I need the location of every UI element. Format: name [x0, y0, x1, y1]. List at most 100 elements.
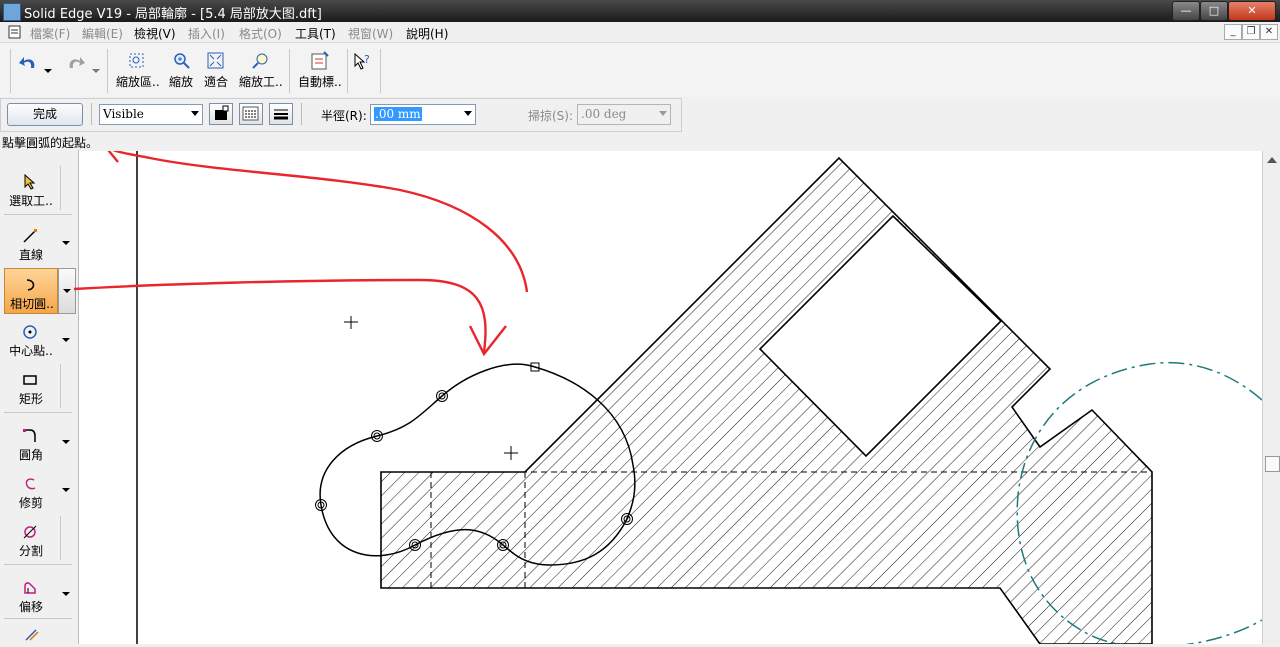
fillet-dropdown[interactable] — [62, 440, 70, 444]
center-point-tool-label: 中心點.. — [9, 344, 53, 358]
app-icon[interactable] — [3, 3, 21, 21]
tangent-arc-dropdown-button[interactable] — [58, 268, 76, 314]
scroll-thumb[interactable] — [1265, 456, 1280, 472]
select-tool-label: 選取工.. — [9, 194, 53, 208]
menu-bar: 檔案(F) 編輯(E) 檢視(V) 插入(I) 格式(O) 工具(T) 視窗(W… — [0, 22, 1280, 43]
line-style-button[interactable] — [239, 103, 263, 125]
menu-insert[interactable]: 插入(I) — [188, 25, 225, 42]
fillet-icon — [23, 429, 36, 442]
more-tools-icon[interactable] — [22, 626, 40, 644]
sweep-value: .00 deg — [581, 107, 627, 121]
auto-dimension-label[interactable]: 自動標.. — [298, 73, 342, 90]
svg-text:?: ? — [364, 53, 370, 66]
radius-label: 半徑(R): — [321, 109, 367, 123]
sweep-input[interactable]: .00 deg — [577, 104, 671, 125]
window-title: Solid Edge V19 - 局部輪廓 - [5.4 局部放大图.dft] — [24, 7, 322, 22]
drawing-sheet[interactable] — [79, 138, 1263, 647]
zoom-tool-label[interactable]: 縮放工.. — [239, 73, 283, 90]
zoom-area-label[interactable]: 縮放區.. — [116, 73, 160, 90]
doc-close-button[interactable]: ✕ — [1260, 24, 1278, 40]
maximize-button[interactable]: □ — [1200, 1, 1228, 21]
menu-format[interactable]: 格式(O) — [239, 25, 282, 42]
doc-minimize-button[interactable]: _ — [1224, 24, 1242, 40]
center-circle-icon — [23, 325, 37, 339]
chevron-down-icon — [191, 111, 199, 116]
zoom-icon[interactable] — [173, 52, 191, 70]
line-tool-button[interactable]: 直線 — [4, 220, 54, 264]
prompt-bar: 點擊圓弧的起點。 — [0, 132, 1280, 150]
rectangle-tool-button[interactable]: 矩形 — [4, 364, 54, 408]
zoom-tool-icon[interactable] — [252, 52, 270, 70]
tangent-arc-icon — [26, 279, 35, 291]
menu-edit[interactable]: 編輯(E) — [82, 25, 123, 42]
offset-tool-button[interactable]: 偏移 — [4, 572, 54, 616]
fillet-tool-label: 圓角 — [18, 448, 43, 462]
command-ribbon: 完成 Visible 半徑(R): .00 mm 掃掠(S): .00 deg — [0, 98, 682, 132]
undo-dropdown[interactable] — [44, 69, 52, 73]
close-button[interactable]: ✕ — [1228, 1, 1276, 21]
scroll-up-icon[interactable] — [1267, 157, 1277, 163]
line-color-button[interactable] — [209, 103, 233, 125]
drawing-canvas[interactable] — [79, 138, 1263, 647]
title-bar: Solid Edge V19 - 局部輪廓 - [5.4 局部放大图.dft] … — [0, 0, 1280, 22]
sweep-label: 掃掠(S): — [528, 109, 574, 123]
line-icon — [23, 229, 37, 243]
menu-file[interactable]: 檔案(F) — [30, 25, 70, 42]
toolbar: 縮放區.. 縮放 適合 縮放工.. 自動標.. ? — [0, 43, 1280, 97]
trim-dropdown[interactable] — [62, 488, 70, 492]
chevron-down-icon — [464, 111, 472, 116]
menu-window[interactable]: 視窗(W) — [348, 25, 393, 42]
menu-tools[interactable]: 工具(T) — [295, 25, 336, 42]
dashed-lines-icon — [242, 106, 259, 121]
offset-dropdown[interactable] — [62, 592, 70, 596]
radius-value: .00 mm — [374, 107, 422, 121]
menu-view[interactable]: 檢視(V) — [134, 25, 176, 42]
undo-icon[interactable] — [18, 53, 40, 73]
radius-input[interactable]: .00 mm — [370, 104, 476, 125]
line-color-icon — [215, 105, 229, 120]
select-tool-button[interactable]: 選取工.. — [4, 166, 54, 210]
split-tool-button[interactable]: 分割 — [4, 516, 54, 560]
center-point-tool-button[interactable]: 中心點.. — [4, 316, 54, 360]
redo-dropdown[interactable] — [92, 69, 100, 73]
document-icon[interactable] — [8, 25, 22, 39]
trim-tool-label: 修剪 — [18, 496, 43, 510]
prompt-text: 點擊圓弧的起點。 — [2, 136, 99, 150]
zoom-area-icon[interactable] — [128, 52, 146, 70]
tangent-arc-label: 相切圓.. — [10, 297, 54, 311]
doc-restore-button[interactable]: ❐ — [1242, 24, 1260, 40]
help-pointer-icon[interactable]: ? — [353, 52, 373, 72]
chevron-down-icon — [63, 289, 71, 293]
offset-icon — [24, 582, 36, 594]
minimize-button[interactable]: — — [1172, 1, 1200, 21]
done-button[interactable]: 完成 — [7, 103, 83, 126]
line-tool-dropdown[interactable] — [62, 241, 70, 245]
trim-tool-button[interactable]: 修剪 — [4, 468, 54, 512]
auto-dimension-icon[interactable] — [310, 51, 330, 71]
center-point-dropdown[interactable] — [62, 338, 70, 342]
select-arrow-icon — [24, 174, 36, 190]
redo-icon[interactable] — [64, 53, 86, 73]
line-tool-label: 直線 — [18, 248, 43, 262]
line-width-icon — [274, 109, 288, 120]
annotation-arrow-curve — [105, 145, 529, 293]
tool-panel: 選取工.. 直線 相切圓.. 中心點.. 矩形 圓角 修剪 分割 偏移 — [0, 150, 79, 644]
vertical-scrollbar[interactable] — [1262, 151, 1280, 644]
crosshair-cursor-icon — [344, 316, 358, 329]
linetype-value: Visible — [103, 107, 144, 121]
zoom-label[interactable]: 縮放 — [169, 73, 193, 90]
offset-tool-label: 偏移 — [18, 600, 43, 614]
rectangle-tool-label: 矩形 — [18, 392, 43, 406]
split-icon — [23, 525, 37, 539]
fillet-tool-button[interactable]: 圓角 — [4, 420, 54, 464]
split-tool-label: 分割 — [18, 544, 43, 558]
fit-label[interactable]: 適合 — [204, 73, 228, 90]
tangent-arc-button[interactable]: 相切圓.. — [4, 268, 58, 314]
trim-icon — [25, 478, 36, 490]
line-width-button[interactable] — [269, 103, 293, 125]
menu-help[interactable]: 說明(H) — [406, 25, 448, 42]
chevron-down-icon — [659, 111, 667, 116]
hatched-part-section[interactable] — [380, 156, 1153, 645]
fit-icon[interactable] — [207, 52, 225, 70]
linetype-select[interactable]: Visible — [99, 104, 203, 125]
